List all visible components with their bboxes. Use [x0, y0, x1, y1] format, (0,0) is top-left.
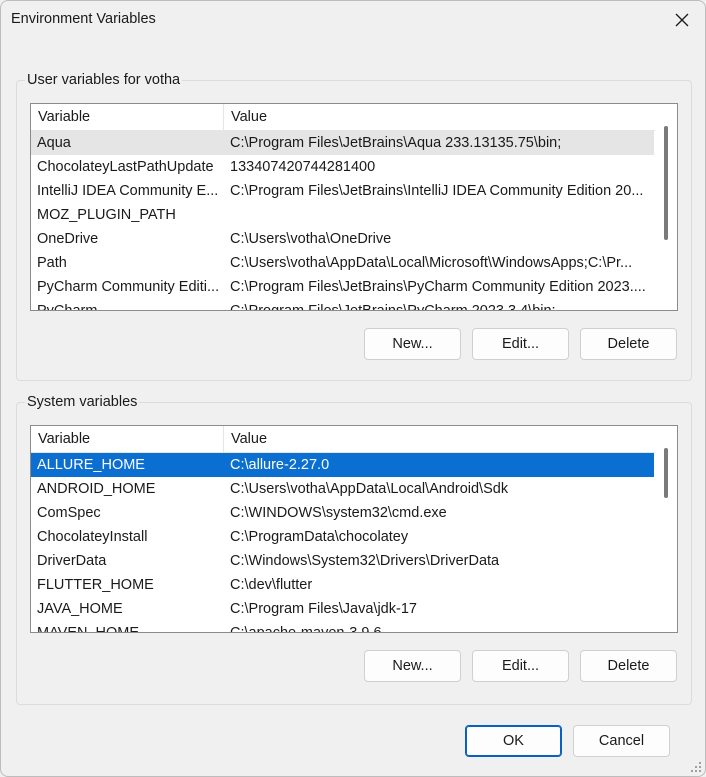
user-variables-rows: Aqua C:\Program Files\JetBrains\Aqua 233.… — [31, 131, 654, 311]
system-variables-group: System variables Variable Value ALLURE_H… — [16, 394, 692, 705]
user-variables-label: User variables for votha — [25, 72, 183, 88]
system-new-button[interactable]: New... — [364, 650, 461, 682]
system-delete-button[interactable]: Delete — [580, 650, 677, 682]
table-row[interactable]: IntelliJ IDEA Community E... C:\Program F… — [31, 179, 654, 203]
table-row[interactable]: FLUTTER_HOME C:\dev\flutter — [31, 573, 654, 597]
table-row[interactable]: DriverData C:\Windows\System32\Drivers\Dr… — [31, 549, 654, 573]
variable-value-cell: C:\dev\flutter — [230, 577, 313, 593]
variable-value-cell: C:\Users\votha\AppData\Local\Android\Sdk — [230, 481, 509, 497]
variable-value-cell: C:\Program Files\JetBrains\Aqua 233.1313… — [230, 135, 562, 151]
variable-name-cell: MAVEN_HOME — [37, 625, 140, 633]
variable-name-cell: PyCharm — [37, 303, 98, 311]
variable-value-cell: C:\Users\votha\AppData\Local\Microsoft\W… — [230, 255, 633, 271]
variable-name-cell: OneDrive — [37, 231, 99, 247]
table-row[interactable]: ChocolateyLastPathUpdate 1334074207442814… — [31, 155, 654, 179]
variable-name-cell: FLUTTER_HOME — [37, 577, 154, 593]
table-row[interactable]: ALLURE_HOME C:\allure-2.27.0 — [31, 453, 654, 477]
variable-value-cell: C:\Program Files\Java\jdk-17 — [230, 601, 417, 617]
user-delete-button[interactable]: Delete — [580, 328, 677, 360]
list-header: Variable Value — [31, 104, 677, 131]
table-row[interactable]: PyCharm Community Editi... C:\Program Fil… — [31, 275, 654, 299]
environment-variables-dialog: Environment Variables User variables for… — [0, 0, 706, 777]
variable-name-cell: IntelliJ IDEA Community E... — [37, 183, 219, 199]
column-header-variable[interactable]: Variable — [31, 426, 224, 452]
table-row[interactable]: ChocolateyInstall C:\ProgramData\chocolat… — [31, 525, 654, 549]
variable-value-cell: C:\Windows\System32\Drivers\DriverData — [230, 553, 500, 569]
user-variables-list[interactable]: Variable Value Aqua C:\Program Files\JetB… — [30, 103, 678, 311]
variable-value-cell: C:\Users\votha\OneDrive — [230, 231, 392, 247]
title-bar[interactable]: Environment Variables — [1, 1, 705, 39]
table-row[interactable]: MAVEN_HOME C:\apache-maven-3.9.6 — [31, 621, 654, 633]
variable-name-cell: ChocolateyInstall — [37, 529, 148, 545]
variable-value-cell: C:\allure-2.27.0 — [230, 457, 330, 473]
table-row[interactable]: ANDROID_HOME C:\Users\votha\AppData\Local… — [31, 477, 654, 501]
scrollbar-thumb[interactable] — [664, 126, 668, 240]
system-edit-button[interactable]: Edit... — [472, 650, 569, 682]
variable-value-cell: C:\Program Files\JetBrains\PyCharm Commu… — [230, 279, 646, 295]
variable-value-cell: C:\Program Files\JetBrains\PyCharm 2023.… — [230, 303, 556, 311]
table-row[interactable]: OneDrive C:\Users\votha\OneDrive — [31, 227, 654, 251]
variable-value-cell: C:\ProgramData\chocolatey — [230, 529, 409, 545]
system-variables-list[interactable]: Variable Value ALLURE_HOME C:\allure-2.27… — [30, 425, 678, 633]
table-row[interactable]: JAVA_HOME C:\Program Files\Java\jdk-17 — [31, 597, 654, 621]
variable-name-cell: JAVA_HOME — [37, 601, 123, 617]
column-header-variable[interactable]: Variable — [31, 104, 224, 130]
vertical-scrollbar[interactable] — [655, 104, 677, 310]
table-row[interactable]: MOZ_PLUGIN_PATH — [31, 203, 654, 227]
column-header-value[interactable]: Value — [224, 426, 654, 452]
cancel-button[interactable]: Cancel — [573, 725, 670, 757]
list-header: Variable Value — [31, 426, 677, 453]
user-edit-button[interactable]: Edit... — [472, 328, 569, 360]
scrollbar-thumb[interactable] — [664, 448, 668, 498]
variable-value-cell: C:\apache-maven-3.9.6 — [230, 625, 382, 633]
column-header-value[interactable]: Value — [224, 104, 654, 130]
table-row[interactable]: Aqua C:\Program Files\JetBrains\Aqua 233.… — [31, 131, 654, 155]
table-row[interactable]: PyCharm C:\Program Files\JetBrains\PyChar… — [31, 299, 654, 311]
variable-name-cell: ANDROID_HOME — [37, 481, 156, 497]
variable-value-cell: 133407420744281400 — [230, 159, 376, 175]
user-new-button[interactable]: New... — [364, 328, 461, 360]
ok-button[interactable]: OK — [465, 725, 562, 757]
variable-name-cell: ComSpec — [37, 505, 101, 521]
variable-name-cell: ChocolateyLastPathUpdate — [37, 159, 214, 175]
variable-name-cell: DriverData — [37, 553, 107, 569]
close-button[interactable] — [659, 1, 705, 39]
user-variables-group: User variables for votha Variable Value … — [16, 72, 692, 381]
table-row[interactable]: ComSpec C:\WINDOWS\system32\cmd.exe — [31, 501, 654, 525]
variable-name-cell: PyCharm Community Editi... — [37, 279, 220, 295]
variable-value-cell: C:\WINDOWS\system32\cmd.exe — [230, 505, 447, 521]
system-variables-rows: ALLURE_HOME C:\allure-2.27.0 ANDROID_HOME C… — [31, 453, 654, 633]
window-title: Environment Variables — [11, 11, 156, 27]
variable-name-cell: Aqua — [37, 135, 71, 151]
variable-name-cell: Path — [37, 255, 67, 271]
close-icon — [675, 13, 689, 27]
vertical-scrollbar[interactable] — [655, 426, 677, 632]
variable-name-cell: ALLURE_HOME — [37, 457, 145, 473]
variable-name-cell: MOZ_PLUGIN_PATH — [37, 207, 176, 223]
resize-grip-icon[interactable] — [690, 761, 702, 773]
table-row[interactable]: Path C:\Users\votha\AppData\Local\Microso… — [31, 251, 654, 275]
system-variables-label: System variables — [25, 394, 140, 410]
variable-value-cell: C:\Program Files\JetBrains\IntelliJ IDEA… — [230, 183, 644, 199]
